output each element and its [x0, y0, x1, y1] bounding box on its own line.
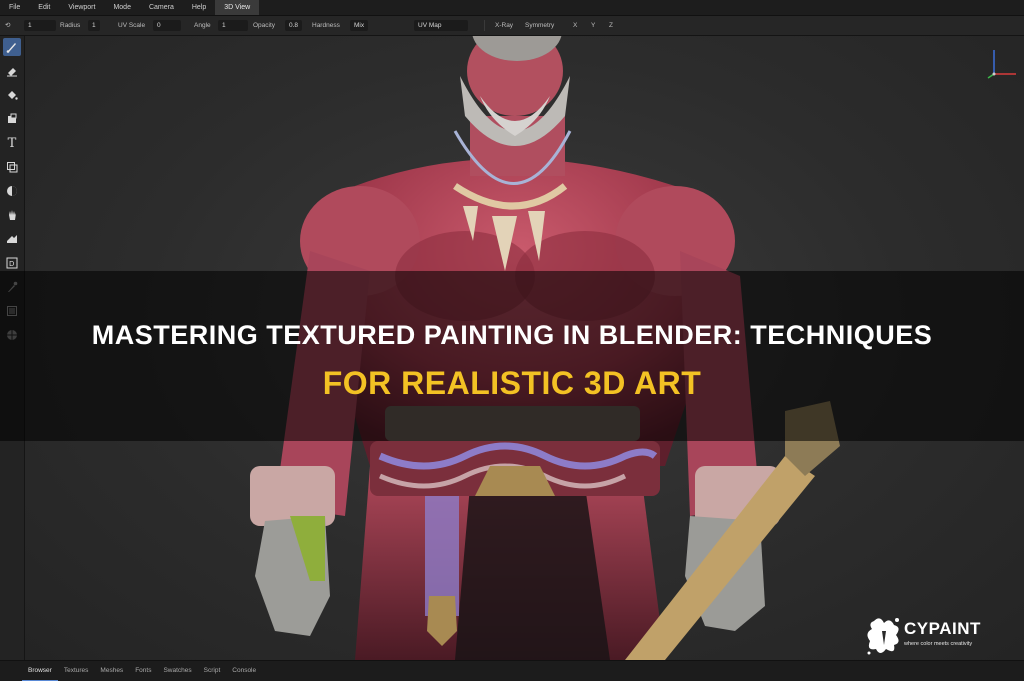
eraser-icon[interactable]: [3, 62, 21, 80]
id-select-icon[interactable]: D: [3, 254, 21, 272]
brand-name: CYPAINT: [904, 619, 981, 638]
uvscale-label: UV Scale: [118, 22, 146, 29]
opacity-field[interactable]: 0.8: [285, 20, 303, 31]
symmetry-z-toggle[interactable]: Z: [609, 20, 613, 31]
svg-text:D: D: [9, 260, 14, 268]
angle-label: Angle: [194, 22, 211, 29]
menu-file[interactable]: File: [0, 0, 29, 15]
tab-fonts[interactable]: Fonts: [129, 661, 157, 681]
tool-options-bar: ⟲ 1 Radius 1 UV Scale 0 Angle 1 Opacity …: [0, 16, 1024, 36]
uvscale-field[interactable]: 0: [153, 20, 181, 31]
menu-edit[interactable]: Edit: [29, 0, 59, 15]
menu-help[interactable]: Help: [183, 0, 215, 15]
tab-console[interactable]: Console: [226, 661, 262, 681]
menu-mode[interactable]: Mode: [104, 0, 140, 15]
tab-meshes[interactable]: Meshes: [94, 661, 129, 681]
title-line-2: FOR REALISTIC 3D ART: [322, 365, 702, 401]
symmetry-toggle[interactable]: Symmetry: [525, 20, 554, 31]
paint-splash-icon: [867, 618, 899, 655]
size-field[interactable]: 1: [24, 20, 56, 31]
tab-script[interactable]: Script: [198, 661, 227, 681]
stamp-icon[interactable]: [3, 110, 21, 128]
tab-swatches[interactable]: Swatches: [157, 661, 197, 681]
title-line-1: MASTERING TEXTURED PAINTING IN BLENDER: …: [91, 320, 933, 350]
hardness-label: Hardness: [312, 22, 340, 29]
menu-camera[interactable]: Camera: [140, 0, 183, 15]
radius-field[interactable]: 1: [88, 20, 100, 31]
opacity-label: Opacity: [253, 22, 276, 29]
axis-gizmo-icon[interactable]: [984, 46, 1020, 82]
divider: [484, 20, 485, 31]
blur-icon[interactable]: [3, 182, 21, 200]
fill-bucket-icon[interactable]: [3, 86, 21, 104]
tab-textures[interactable]: Textures: [58, 661, 95, 681]
text-tool-icon[interactable]: T: [3, 134, 21, 152]
uv-map-select[interactable]: UV Map: [414, 20, 468, 31]
undo-icon[interactable]: ⟲: [5, 20, 10, 31]
symmetry-y-toggle[interactable]: Y: [591, 20, 595, 31]
clone-icon[interactable]: [3, 158, 21, 176]
angle-field[interactable]: 1: [218, 20, 248, 31]
bottom-panel-tabs: Browser Textures Meshes Fonts Swatches S…: [0, 660, 1024, 681]
move-icon[interactable]: [3, 230, 21, 248]
xray-toggle[interactable]: X-Ray: [495, 20, 513, 31]
menu-viewport[interactable]: Viewport: [59, 0, 104, 15]
tab-3d-view[interactable]: 3D View: [215, 0, 260, 15]
brand-tagline: where color meets creativity: [904, 641, 973, 647]
smudge-hand-icon[interactable]: [3, 206, 21, 224]
title-banner: MASTERING TEXTURED PAINTING IN BLENDER: …: [0, 271, 1024, 441]
symmetry-x-toggle[interactable]: X: [573, 20, 577, 31]
radius-label: Radius: [60, 22, 81, 29]
tab-browser[interactable]: Browser: [22, 662, 58, 681]
brand-logo: CYPAINT where color meets creativity: [866, 615, 1006, 657]
brush-icon[interactable]: [3, 38, 21, 56]
menu-bar: File Edit Viewport Mode Camera Help 3D V…: [0, 0, 1024, 16]
blend-mode-select[interactable]: Mix: [350, 20, 369, 31]
